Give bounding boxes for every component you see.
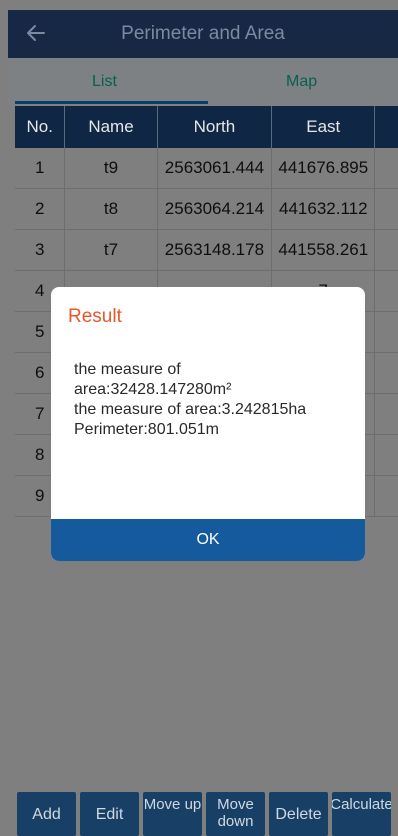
cell-extra (375, 394, 398, 434)
tab-map[interactable]: Map (286, 73, 317, 91)
column-header-name: Name (65, 106, 158, 148)
tab-list[interactable]: List (92, 73, 117, 91)
cell-north: 2563061.444 (158, 148, 273, 188)
dialog-line: Perimeter:801.051m (74, 421, 219, 438)
cell-extra (375, 353, 398, 393)
ok-button[interactable]: OK (51, 519, 365, 561)
cell-no: 3 (15, 230, 66, 270)
dialog-message: the measure of area:32428.147280m² the m… (74, 360, 359, 440)
cell-no: 2 (15, 189, 66, 229)
cell-name: t8 (65, 189, 158, 229)
add-button[interactable]: Add (17, 792, 76, 836)
dialog-line: the measure of (74, 361, 181, 378)
cell-north: 2563148.178 (158, 230, 273, 270)
dialog-line: area:32428.147280m² (74, 381, 232, 398)
cell-extra (375, 271, 398, 311)
cell-extra (375, 148, 398, 188)
cell-extra (375, 189, 398, 229)
result-dialog: Result the measure of area:32428.147280m… (51, 287, 365, 561)
column-header-north: North (158, 106, 273, 148)
table-row[interactable]: 2 t8 2563064.214 441632.112 (15, 189, 398, 230)
table-header: No. Name North East (15, 106, 398, 148)
cell-name: t7 (65, 230, 158, 270)
page-title: Perimeter and Area (121, 23, 285, 44)
table-row[interactable]: 3 t7 2563148.178 441558.261 (15, 230, 398, 271)
delete-button[interactable]: Delete (269, 792, 328, 836)
tab-bar: List Map (8, 58, 398, 106)
cell-east: 441676.895 (272, 148, 376, 188)
bottom-toolbar: Add Edit Move up Move down Delete Calcul… (8, 792, 398, 836)
column-header-extra (375, 106, 398, 148)
column-header-no: No. (15, 106, 66, 148)
column-header-east: East (272, 106, 376, 148)
dialog-title: Result (68, 306, 122, 327)
edit-button[interactable]: Edit (80, 792, 139, 836)
table-row[interactable]: 1 t9 2563061.444 441676.895 (15, 148, 398, 189)
cell-name: t9 (65, 148, 158, 188)
cell-north: 2563064.214 (158, 189, 273, 229)
cell-east: 441558.261 (272, 230, 376, 270)
calculate-button[interactable]: Calculate (332, 792, 391, 836)
move-up-button[interactable]: Move up (143, 792, 202, 836)
dialog-line: the measure of area:3.242815ha (74, 401, 307, 418)
cell-extra (375, 230, 398, 270)
title-bar: Perimeter and Area (8, 10, 398, 58)
cell-extra (375, 435, 398, 475)
move-down-button[interactable]: Move down (206, 792, 265, 836)
cell-extra (375, 312, 398, 352)
cell-east: 441632.112 (272, 189, 376, 229)
active-tab-indicator (15, 101, 208, 104)
cell-extra (375, 476, 398, 516)
cell-no: 1 (15, 148, 66, 188)
